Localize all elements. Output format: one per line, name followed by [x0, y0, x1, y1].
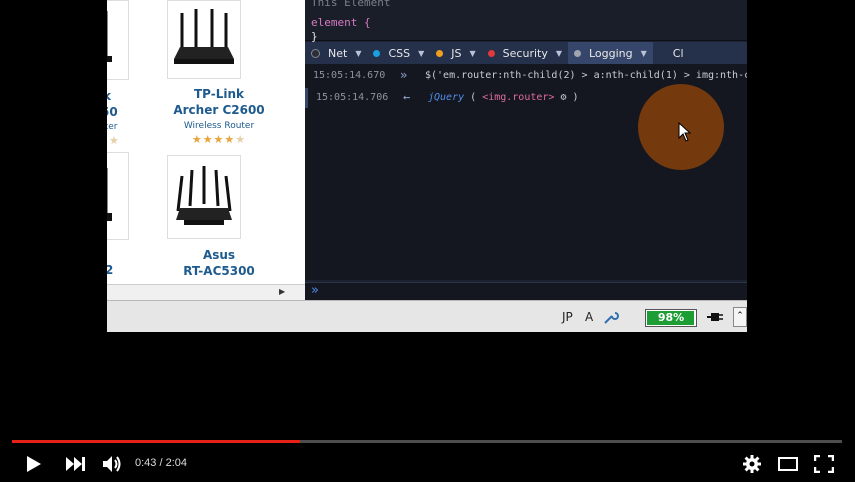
tab-css[interactable]: CSS ▼	[367, 42, 430, 64]
tray-expand-icon[interactable]: ⌃	[733, 307, 747, 327]
router-image	[176, 166, 232, 225]
element-link[interactable]: <img.router>	[482, 92, 554, 103]
video-frame[interactable]: k 50 uter ★ 2 TP-Lin	[107, 0, 747, 332]
ime-mode-indicator[interactable]: A	[585, 310, 593, 324]
cursor-highlight	[638, 84, 724, 170]
rule-header: This Element	[311, 0, 391, 9]
volume-icon	[103, 456, 121, 472]
product-name[interactable]: k	[107, 88, 111, 104]
time-display: 0:43 / 2:04	[135, 457, 187, 469]
tab-label: Net	[328, 46, 348, 60]
power-plug-icon[interactable]	[707, 311, 723, 323]
css-dot-icon	[373, 49, 381, 57]
css-rules-pane: This Element element { }	[305, 0, 747, 43]
settings-button[interactable]	[740, 452, 764, 476]
log-timestamp: 15:05:14.670	[313, 70, 386, 81]
input-chevron-icon: »	[400, 68, 408, 82]
product-name[interactable]: Asus	[164, 247, 274, 263]
time-total: 2:04	[165, 457, 188, 469]
jquery-label[interactable]: jQuery	[428, 92, 464, 103]
log-message[interactable]: jQuery ( <img.router> ⚙ )	[428, 92, 579, 103]
progress-played	[12, 440, 300, 443]
prompt-chevron-icon: »	[311, 283, 319, 298]
router-image	[107, 168, 112, 221]
fullscreen-button[interactable]	[812, 452, 836, 476]
product-model[interactable]: RT-AC5300	[164, 263, 274, 279]
theater-icon	[778, 457, 798, 471]
product-model[interactable]: 50	[107, 104, 118, 120]
product-image[interactable]	[107, 0, 129, 80]
skip-next-icon	[66, 457, 85, 471]
product-image[interactable]	[167, 155, 241, 239]
product-type: Wireless Router	[183, 121, 255, 131]
net-dot-icon	[311, 48, 320, 58]
taskbar: JP A 98% ⌃	[107, 300, 747, 332]
gear-icon[interactable]: ⚙ )	[554, 92, 578, 103]
time-separator: /	[156, 457, 166, 469]
product-model[interactable]: 2	[107, 262, 113, 278]
log-row: 15:05:14.670 » $('em.router:nth-child(2)…	[305, 66, 747, 86]
tab-js[interactable]: JS ▼	[430, 42, 481, 64]
chevron-down-icon[interactable]: ▼	[355, 49, 361, 58]
play-button[interactable]	[22, 452, 46, 476]
tab-label: Security	[502, 46, 548, 60]
router-image	[174, 9, 234, 64]
theater-mode-button[interactable]	[776, 452, 800, 476]
tab-label: CSS	[388, 46, 411, 60]
js-dot-icon	[436, 49, 444, 57]
output-arrow-icon: ←	[403, 90, 411, 104]
battery-indicator[interactable]: 98%	[645, 309, 697, 327]
mouse-pointer-icon	[678, 122, 692, 142]
tab-label: JS	[451, 46, 462, 60]
tab-label: Logging	[589, 46, 633, 60]
product-type: uter	[107, 122, 118, 132]
product-image[interactable]	[107, 152, 129, 240]
scroll-right-icon[interactable]: ▶	[279, 287, 285, 296]
product-name[interactable]: TP-Link	[164, 86, 274, 102]
volume-button[interactable]	[101, 452, 125, 476]
log-message[interactable]: $('em.router:nth-child(2) > a:nth-child(…	[425, 70, 747, 81]
rating-stars: ★	[109, 134, 120, 147]
tab-logging[interactable]: Logging ▼	[568, 42, 653, 64]
log-timestamp: 15:05:14.706	[316, 92, 389, 103]
language-indicator[interactable]: JP	[562, 310, 573, 324]
product-image[interactable]	[167, 0, 241, 79]
command-line[interactable]: »	[305, 282, 747, 301]
wrench-icon[interactable]	[603, 309, 619, 325]
time-current: 0:43	[135, 457, 157, 469]
video-progress-bar[interactable]	[12, 440, 842, 443]
next-button[interactable]	[64, 452, 88, 476]
chevron-down-icon[interactable]: ▼	[418, 49, 424, 58]
devtools-panel: This Element element { } Net ▼ CSS ▼ JS ▼ S…	[305, 0, 747, 301]
chevron-down-icon[interactable]: ▼	[641, 49, 647, 58]
console-filter-tabs: Net ▼ CSS ▼ JS ▼ Security ▼ Logging ▼ Cl	[305, 42, 747, 64]
router-image	[107, 11, 112, 62]
chevron-down-icon[interactable]: ▼	[556, 49, 562, 58]
security-dot-icon	[487, 49, 495, 57]
gear-icon	[743, 455, 761, 473]
rating-stars: ★★★★★	[191, 133, 247, 146]
tab-security[interactable]: Security ▼	[482, 42, 568, 64]
product-model[interactable]: Archer C2600	[164, 102, 274, 118]
logging-dot-icon	[574, 49, 581, 57]
tab-net[interactable]: Net ▼	[305, 42, 367, 64]
battery-percent: 98%	[657, 311, 685, 324]
tab-label: Cl	[672, 46, 684, 60]
play-icon	[27, 456, 41, 472]
rule-selector: element {	[311, 16, 371, 29]
tab-clear[interactable]: Cl	[667, 42, 690, 64]
paren-open: (	[464, 92, 483, 103]
fullscreen-icon	[814, 455, 834, 473]
chevron-down-icon[interactable]: ▼	[470, 49, 476, 58]
